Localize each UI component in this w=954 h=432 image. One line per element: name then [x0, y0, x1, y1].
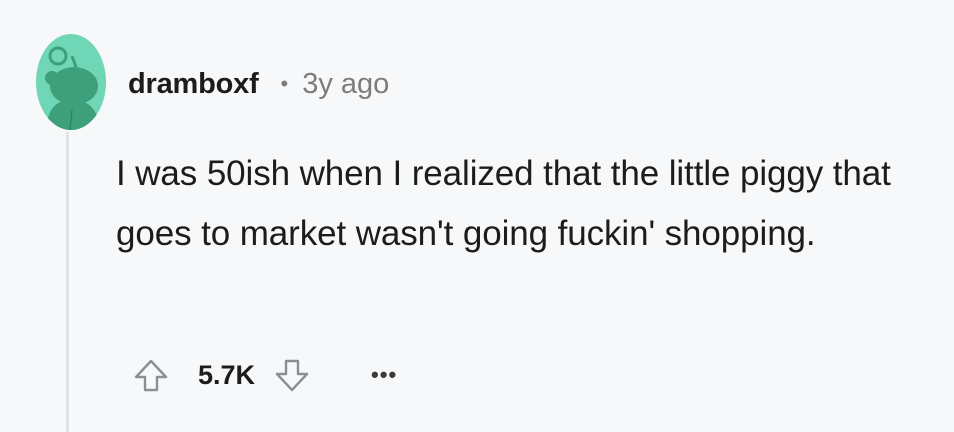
- username-link[interactable]: dramboxf: [128, 68, 259, 101]
- comment-actions: 5.7K •••: [130, 352, 397, 398]
- timestamp[interactable]: 3y ago: [302, 68, 389, 101]
- downvote-arrow-icon[interactable]: [271, 354, 313, 396]
- vote-score: 5.7K: [198, 359, 256, 390]
- more-options-icon[interactable]: •••: [371, 364, 397, 386]
- separator-dot: •: [280, 71, 289, 96]
- comment-header: dramboxf • 3y ago: [128, 64, 389, 104]
- thread-line[interactable]: [66, 132, 69, 432]
- snoo-avatar-icon: [36, 34, 106, 130]
- upvote-arrow-icon[interactable]: [130, 354, 172, 396]
- comment-body: I was 50ish when I realized that the lit…: [116, 154, 891, 253]
- avatar[interactable]: [36, 34, 106, 130]
